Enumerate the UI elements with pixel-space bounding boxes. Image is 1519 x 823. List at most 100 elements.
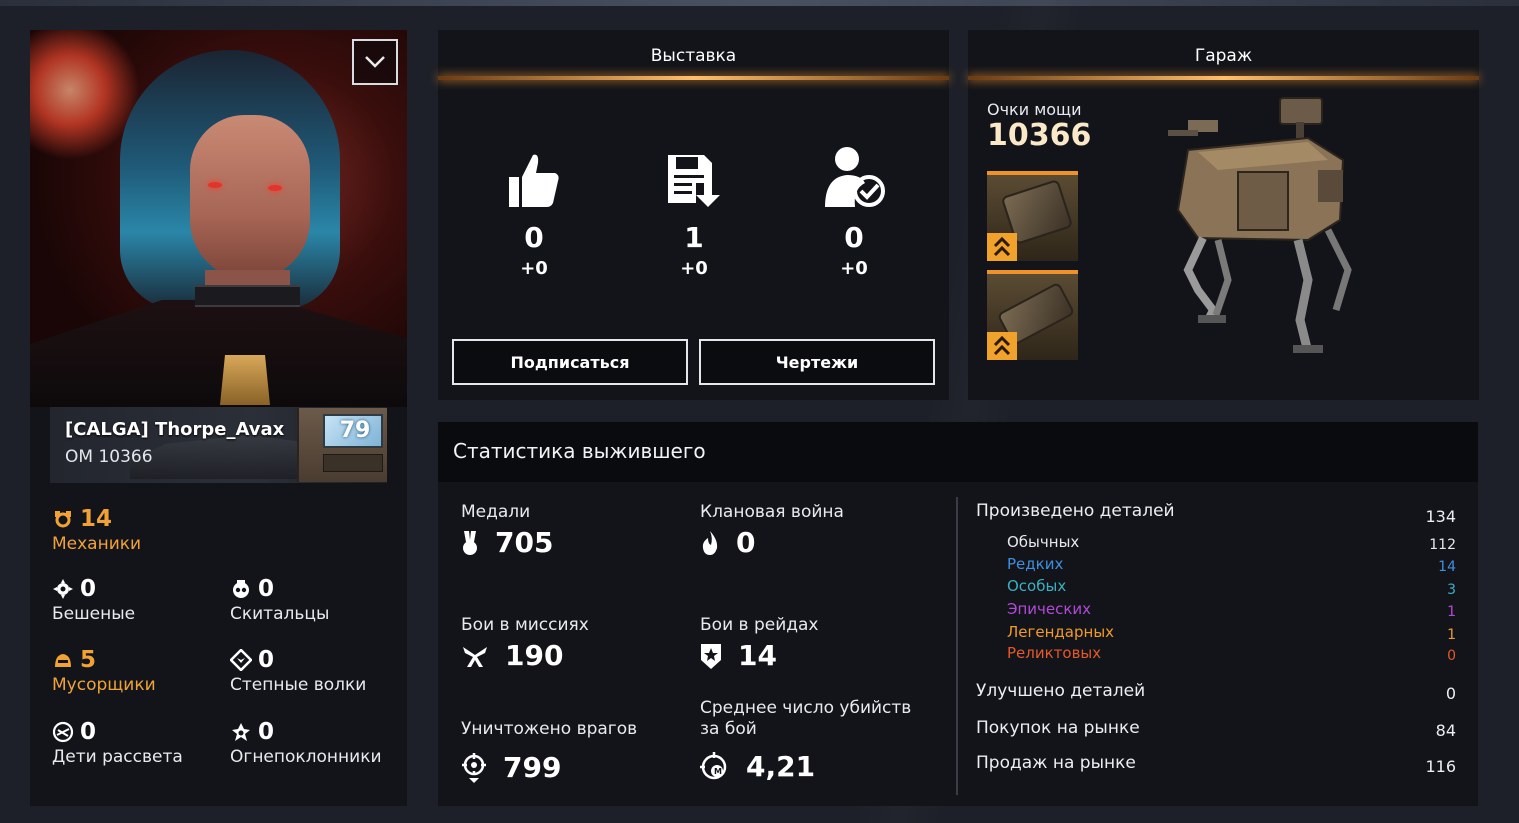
faction-label: Степные волки <box>230 675 367 695</box>
rank-chevron-icon <box>987 233 1017 261</box>
power-score-label: Очки мощи <box>987 100 1082 119</box>
exhibition-title: Выставка <box>650 46 737 66</box>
save-download-icon <box>668 155 720 207</box>
rarity-legendary-label: Легендарных <box>1007 623 1115 641</box>
raid-shield-icon <box>701 643 721 669</box>
stat-label: Среднее число убийств за бой <box>700 698 912 739</box>
subscribe-button[interactable]: Подписаться <box>452 339 688 385</box>
faction-value: 0 <box>80 719 97 745</box>
faction-label: Огнепоклонники <box>230 747 382 767</box>
faction-lunatics: 0 Бешеные <box>52 576 135 624</box>
stat-value: 4,21 <box>746 750 816 783</box>
rarity-epic-value: 1 <box>1447 604 1456 620</box>
top-bar <box>0 0 1519 6</box>
rarity-rare-label: Редких <box>1007 555 1064 573</box>
garage-title: Гараж <box>1194 46 1253 66</box>
rarity-relic-label: Реликтовых <box>1007 644 1102 662</box>
rarity-special-value: 3 <box>1447 582 1456 598</box>
lunatics-faction-icon <box>52 578 74 600</box>
blueprints-button[interactable]: Чертежи <box>699 339 935 385</box>
stats-header: Статистика выжившего <box>438 422 1478 482</box>
level-badge: 79 <box>297 408 387 482</box>
faction-label: Мусорщики <box>52 675 156 695</box>
likes-delta: +0 <box>520 258 548 279</box>
faction-label: Скитальцы <box>230 604 330 624</box>
stat-label: Уничтожено врагов <box>461 719 638 739</box>
rarity-relic-value: 0 <box>1447 648 1456 664</box>
title-underline <box>968 76 1479 80</box>
raid-battles-stat: Бои в рейдах 14 <box>700 615 818 672</box>
kill-average-icon: M <box>700 751 727 779</box>
faction-label: Дети рассвета <box>52 747 183 767</box>
stat-value: 705 <box>495 526 554 559</box>
stat-value: 190 <box>505 639 564 672</box>
parts-upgraded-value: 0 <box>1445 684 1456 703</box>
parts-upgraded-label: Улучшено деталей <box>976 681 1146 701</box>
downloads-stat: 1 +0 <box>644 147 744 279</box>
player-nameplate: [CALGA] Thorpe_Avax ОМ 10366 79 <box>50 407 387 483</box>
market-purchases-label: Покупок на рынке <box>976 718 1140 738</box>
stats-title: Статистика выжившего <box>453 439 706 463</box>
firestarters-faction-icon <box>230 721 252 743</box>
title-underline <box>438 76 949 80</box>
mission-battles-stat: Бои в миссиях 190 <box>461 615 589 672</box>
faction-scavengers: 5 Мусорщики <box>52 647 156 695</box>
player-power-rating: ОМ 10366 <box>65 447 153 467</box>
nomads-faction-icon <box>230 578 252 600</box>
faction-nomads: 0 Скитальцы <box>230 576 329 624</box>
subscribers-icon <box>825 147 885 207</box>
faction-value: 0 <box>258 719 275 745</box>
clan-war-stat: Клановая война 0 <box>700 502 844 559</box>
stat-label: Клановая война <box>700 502 844 522</box>
flame-icon <box>702 530 718 555</box>
thumbs-up-icon <box>509 154 559 207</box>
stat-value: 14 <box>738 639 777 672</box>
stat-label: Медали <box>461 502 531 522</box>
player-portrait <box>30 30 407 407</box>
faction-value: 5 <box>80 647 97 673</box>
faction-mechanics: 14 Механики <box>52 506 141 554</box>
dawns-children-faction-icon <box>52 721 74 743</box>
stats-divider <box>956 497 958 795</box>
garage-slot-weapon-1[interactable] <box>987 171 1078 261</box>
svg-text:M: M <box>714 767 722 776</box>
profile-panel: [CALGA] Thorpe_Avax ОМ 10366 79 14 Механ… <box>30 30 407 806</box>
faction-value: 14 <box>80 506 113 532</box>
crosshair-icon <box>462 752 486 783</box>
faction-value: 0 <box>258 576 275 602</box>
likes-stat: 0 +0 <box>484 147 584 279</box>
subscribers-stat: 0 +0 <box>804 147 904 279</box>
market-purchases-value: 84 <box>1435 721 1456 740</box>
stat-label: Бои в рейдах <box>700 615 819 635</box>
rarity-legendary-value: 1 <box>1447 627 1456 643</box>
faction-value: 0 <box>80 576 97 602</box>
exhibition-panel: Выставка 0 +0 1 +0 0 +0 Подписаться Черт… <box>438 30 949 400</box>
scavengers-faction-icon <box>52 649 74 671</box>
power-score-value: 10366 <box>987 118 1092 153</box>
vehicle-preview[interactable] <box>1158 90 1368 360</box>
steppenwolfs-faction-icon <box>230 649 252 671</box>
survivor-stats-panel: Статистика выжившего Медали 705 Клановая… <box>438 422 1478 806</box>
enemies-destroyed-stat: Уничтожено врагов 799 <box>461 719 637 784</box>
rarity-common-label: Обычных <box>1007 533 1080 551</box>
stat-label: Бои в миссиях <box>461 615 589 635</box>
faction-value: 0 <box>258 647 275 673</box>
medals-stat: Медали 705 <box>461 502 553 559</box>
rarity-rare-value: 14 <box>1438 559 1456 575</box>
stat-value: 0 <box>736 526 756 559</box>
rarity-special-label: Особых <box>1007 577 1067 595</box>
player-level: 79 <box>339 418 371 443</box>
faction-dawns-children: 0 Дети рассвета <box>52 719 183 767</box>
subscribers-value: 0 <box>844 221 864 254</box>
player-name: [CALGA] Thorpe_Avax <box>65 419 285 440</box>
crossed-guns-icon <box>463 646 487 667</box>
garage-panel: Гараж Очки мощи 10366 <box>968 30 1479 400</box>
faction-label: Механики <box>52 534 142 554</box>
chevron-down-icon <box>365 56 385 68</box>
stat-value: 799 <box>503 751 562 784</box>
garage-slot-weapon-2[interactable] <box>987 270 1078 360</box>
portrait-dropdown-button[interactable] <box>352 39 398 85</box>
downloads-delta: +0 <box>680 258 708 279</box>
parts-produced-label: Произведено деталей <box>976 501 1175 521</box>
rarity-epic-label: Эпических <box>1007 600 1092 618</box>
